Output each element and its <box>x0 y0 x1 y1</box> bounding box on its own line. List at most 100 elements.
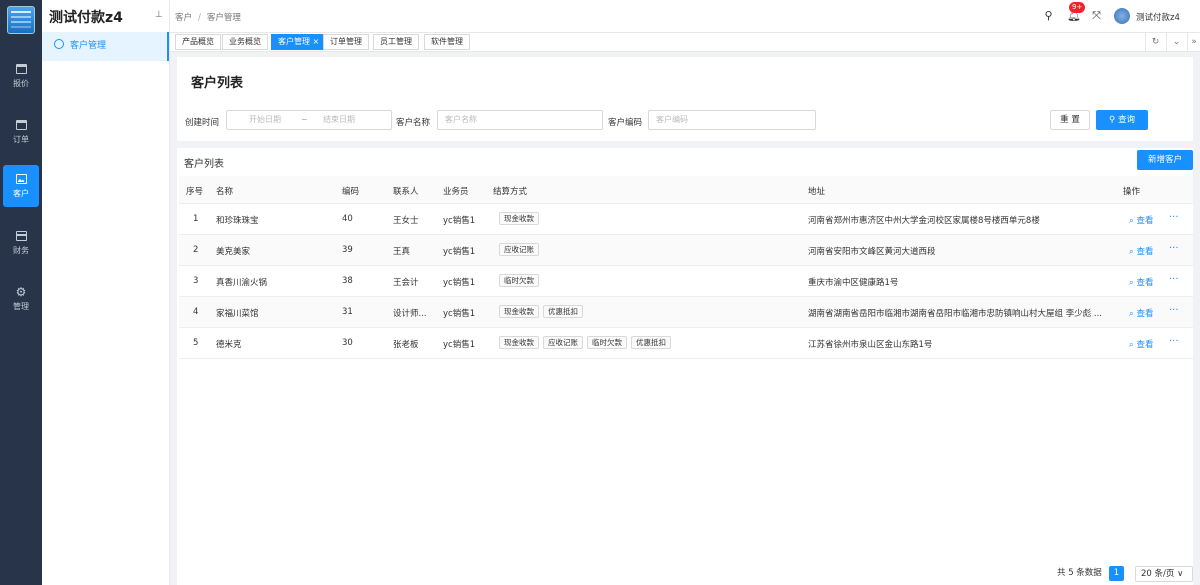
more-actions-button[interactable]: ··· <box>1169 305 1179 316</box>
customer-name-input[interactable]: 客户名称 <box>437 110 603 130</box>
rail-label: 管理 <box>13 302 29 311</box>
view-button[interactable]: ⌕ 查看 <box>1129 276 1153 288</box>
cell-name: 家福川菜馆 <box>216 309 259 319</box>
page-size-select[interactable]: 20 条/页 ∨ <box>1135 566 1193 582</box>
more-actions-button[interactable]: ··· <box>1169 212 1179 223</box>
sidebar: 测试付款z4 ⊥ 客户管理 <box>42 0 170 585</box>
app-logo <box>7 6 35 34</box>
view-label: 查看 <box>1136 340 1154 350</box>
start-date-placeholder: 开始日期 <box>249 115 281 124</box>
settlement-tag: 现金收款 <box>499 336 539 349</box>
cell-sales: yc销售1 <box>443 340 476 350</box>
refresh-icon[interactable]: ↻ <box>1145 33 1165 51</box>
tab-product-overview[interactable]: 产品概览 <box>175 34 221 50</box>
end-date-placeholder: 结束日期 <box>323 115 355 124</box>
calendar-icon <box>15 120 27 130</box>
rail-label: 订单 <box>13 135 29 144</box>
column-header: 编码 <box>342 187 360 197</box>
more-actions-button[interactable]: ··· <box>1169 274 1179 285</box>
pin-icon[interactable]: ⊥ <box>155 10 163 20</box>
settlement-tag: 应收记账 <box>499 243 539 256</box>
search-button[interactable]: ⚲ 查询 <box>1096 110 1148 130</box>
chevron-down-icon[interactable]: ⌄ <box>1166 33 1186 51</box>
column-header: 序号 <box>186 187 204 197</box>
view-label: 查看 <box>1136 247 1154 257</box>
date-range-separator: ~ <box>301 115 308 124</box>
rail-item-finance[interactable]: 财务 <box>3 222 39 264</box>
cell-code: 38 <box>342 276 353 286</box>
view-button[interactable]: ⌕ 查看 <box>1129 338 1153 350</box>
tab-software-management[interactable]: 软件管理 <box>424 34 470 50</box>
search-icon[interactable]: ⚲ <box>1042 9 1055 22</box>
cell-name: 真香川渝火锅 <box>216 278 268 288</box>
table-row: 2 美克美家 39 王真 yc销售1 应收记账 河南省安阳市文峰区黄河大道西段 … <box>179 235 1193 266</box>
view-button[interactable]: ⌕ 查看 <box>1129 307 1153 319</box>
tab-order-management[interactable]: 订单管理 <box>323 34 369 50</box>
image-icon <box>15 174 27 184</box>
cell-no: 1 <box>193 214 199 224</box>
sidebar-item-label: 客户管理 <box>70 41 107 51</box>
user-name[interactable]: 测试付款z4 <box>1136 11 1180 23</box>
settlement-tag: 临时欠款 <box>587 336 627 349</box>
cell-code: 30 <box>342 338 353 348</box>
cell-code: 40 <box>342 214 353 224</box>
settlement-tag: 现金收款 <box>499 212 539 225</box>
more-tabs-icon[interactable]: » <box>1187 33 1200 51</box>
view-button[interactable]: ⌕ 查看 <box>1129 214 1153 226</box>
cell-name: 美克美家 <box>216 247 251 257</box>
settlement-tag: 现金收款 <box>499 305 539 318</box>
calendar-icon <box>15 64 27 74</box>
rail-item-quote[interactable]: 报价 <box>3 55 39 97</box>
cell-contact: 王真 <box>393 247 411 257</box>
sidebar-item-customer-management[interactable]: 客户管理 <box>42 32 169 61</box>
rail-item-customer[interactable]: 客户 <box>3 165 39 207</box>
cell-no: 5 <box>193 338 199 348</box>
page-number-button[interactable]: 1 <box>1109 566 1124 581</box>
cell-sales: yc销售1 <box>443 247 476 257</box>
rail-item-admin[interactable]: ⚙ 管理 <box>3 279 39 321</box>
column-header: 结算方式 <box>493 187 528 197</box>
gear-icon: ⚙ <box>15 285 27 299</box>
reset-button[interactable]: 重 置 <box>1050 110 1090 130</box>
tab-staff-management[interactable]: 员工管理 <box>373 34 419 50</box>
column-header: 业务员 <box>443 187 469 197</box>
view-label: 查看 <box>1136 309 1154 319</box>
table-row: 4 家福川菜馆 31 设计师... yc销售1 现金收款 优惠抵扣 湖南省湖南省岳… <box>179 297 1193 328</box>
app-rail: 报价 订单 客户 财务 ⚙ 管理 <box>0 0 42 585</box>
more-actions-button[interactable]: ··· <box>1169 336 1179 347</box>
cell-no: 4 <box>193 307 199 317</box>
breadcrumb-separator: / <box>198 13 201 23</box>
cell-name: 和珍珠珠宝 <box>216 216 259 226</box>
add-customer-button[interactable]: 新增客户 <box>1137 150 1193 170</box>
settlement-tag: 优惠抵扣 <box>543 305 583 318</box>
search-button-label: 查询 <box>1117 115 1135 125</box>
table-row: 5 德米克 30 张老板 yc销售1 现金收款 应收记账 临时欠款 优惠抵扣 江苏省徐… <box>179 328 1193 359</box>
cell-sales: yc销售1 <box>443 309 476 319</box>
breadcrumb-root[interactable]: 客户 <box>175 13 192 23</box>
search-icon: ⚲ <box>1109 115 1118 125</box>
column-header: 地址 <box>808 187 826 197</box>
fullscreen-icon[interactable]: ⤧ <box>1090 9 1103 22</box>
tab-business-overview[interactable]: 业务概览 <box>222 34 268 50</box>
settlement-tag: 优惠抵扣 <box>631 336 671 349</box>
settlement-tags: 应收记账 <box>499 243 543 256</box>
customer-table-panel: 客户列表 新增客户 序号 名称 编码 联系人 业务员 结算方式 地址 操作 1 … <box>177 148 1193 585</box>
customer-code-label: 客户编码 <box>608 118 643 128</box>
tab-customer-management[interactable]: 客户管理 × <box>271 34 327 50</box>
settlement-tags: 临时欠款 <box>499 274 543 287</box>
app-title: 测试付款z4 <box>49 10 123 26</box>
page-title: 客户列表 <box>191 76 244 91</box>
more-actions-button[interactable]: ··· <box>1169 243 1179 254</box>
rail-item-order[interactable]: 订单 <box>3 111 39 153</box>
table-row: 1 和珍珠珠宝 40 王女士 yc销售1 现金收款 河南省郑州市惠济区中州大学金… <box>179 204 1193 235</box>
view-button[interactable]: ⌕ 查看 <box>1129 245 1153 257</box>
rail-label: 报价 <box>13 79 29 88</box>
tab-bar: 产品概览 业务概览 客户管理 × 订单管理 员工管理 软件管理 ↻ ⌄ » <box>170 32 1200 52</box>
avatar[interactable] <box>1114 8 1130 24</box>
date-range-input[interactable]: 开始日期 ~ 结束日期 <box>226 110 392 130</box>
cell-contact: 王女士 <box>393 216 419 226</box>
customer-name-label: 客户名称 <box>396 118 431 128</box>
column-header: 联系人 <box>393 187 419 197</box>
column-header: 操作 <box>1123 187 1141 197</box>
customer-code-input[interactable]: 客户编码 <box>648 110 816 130</box>
